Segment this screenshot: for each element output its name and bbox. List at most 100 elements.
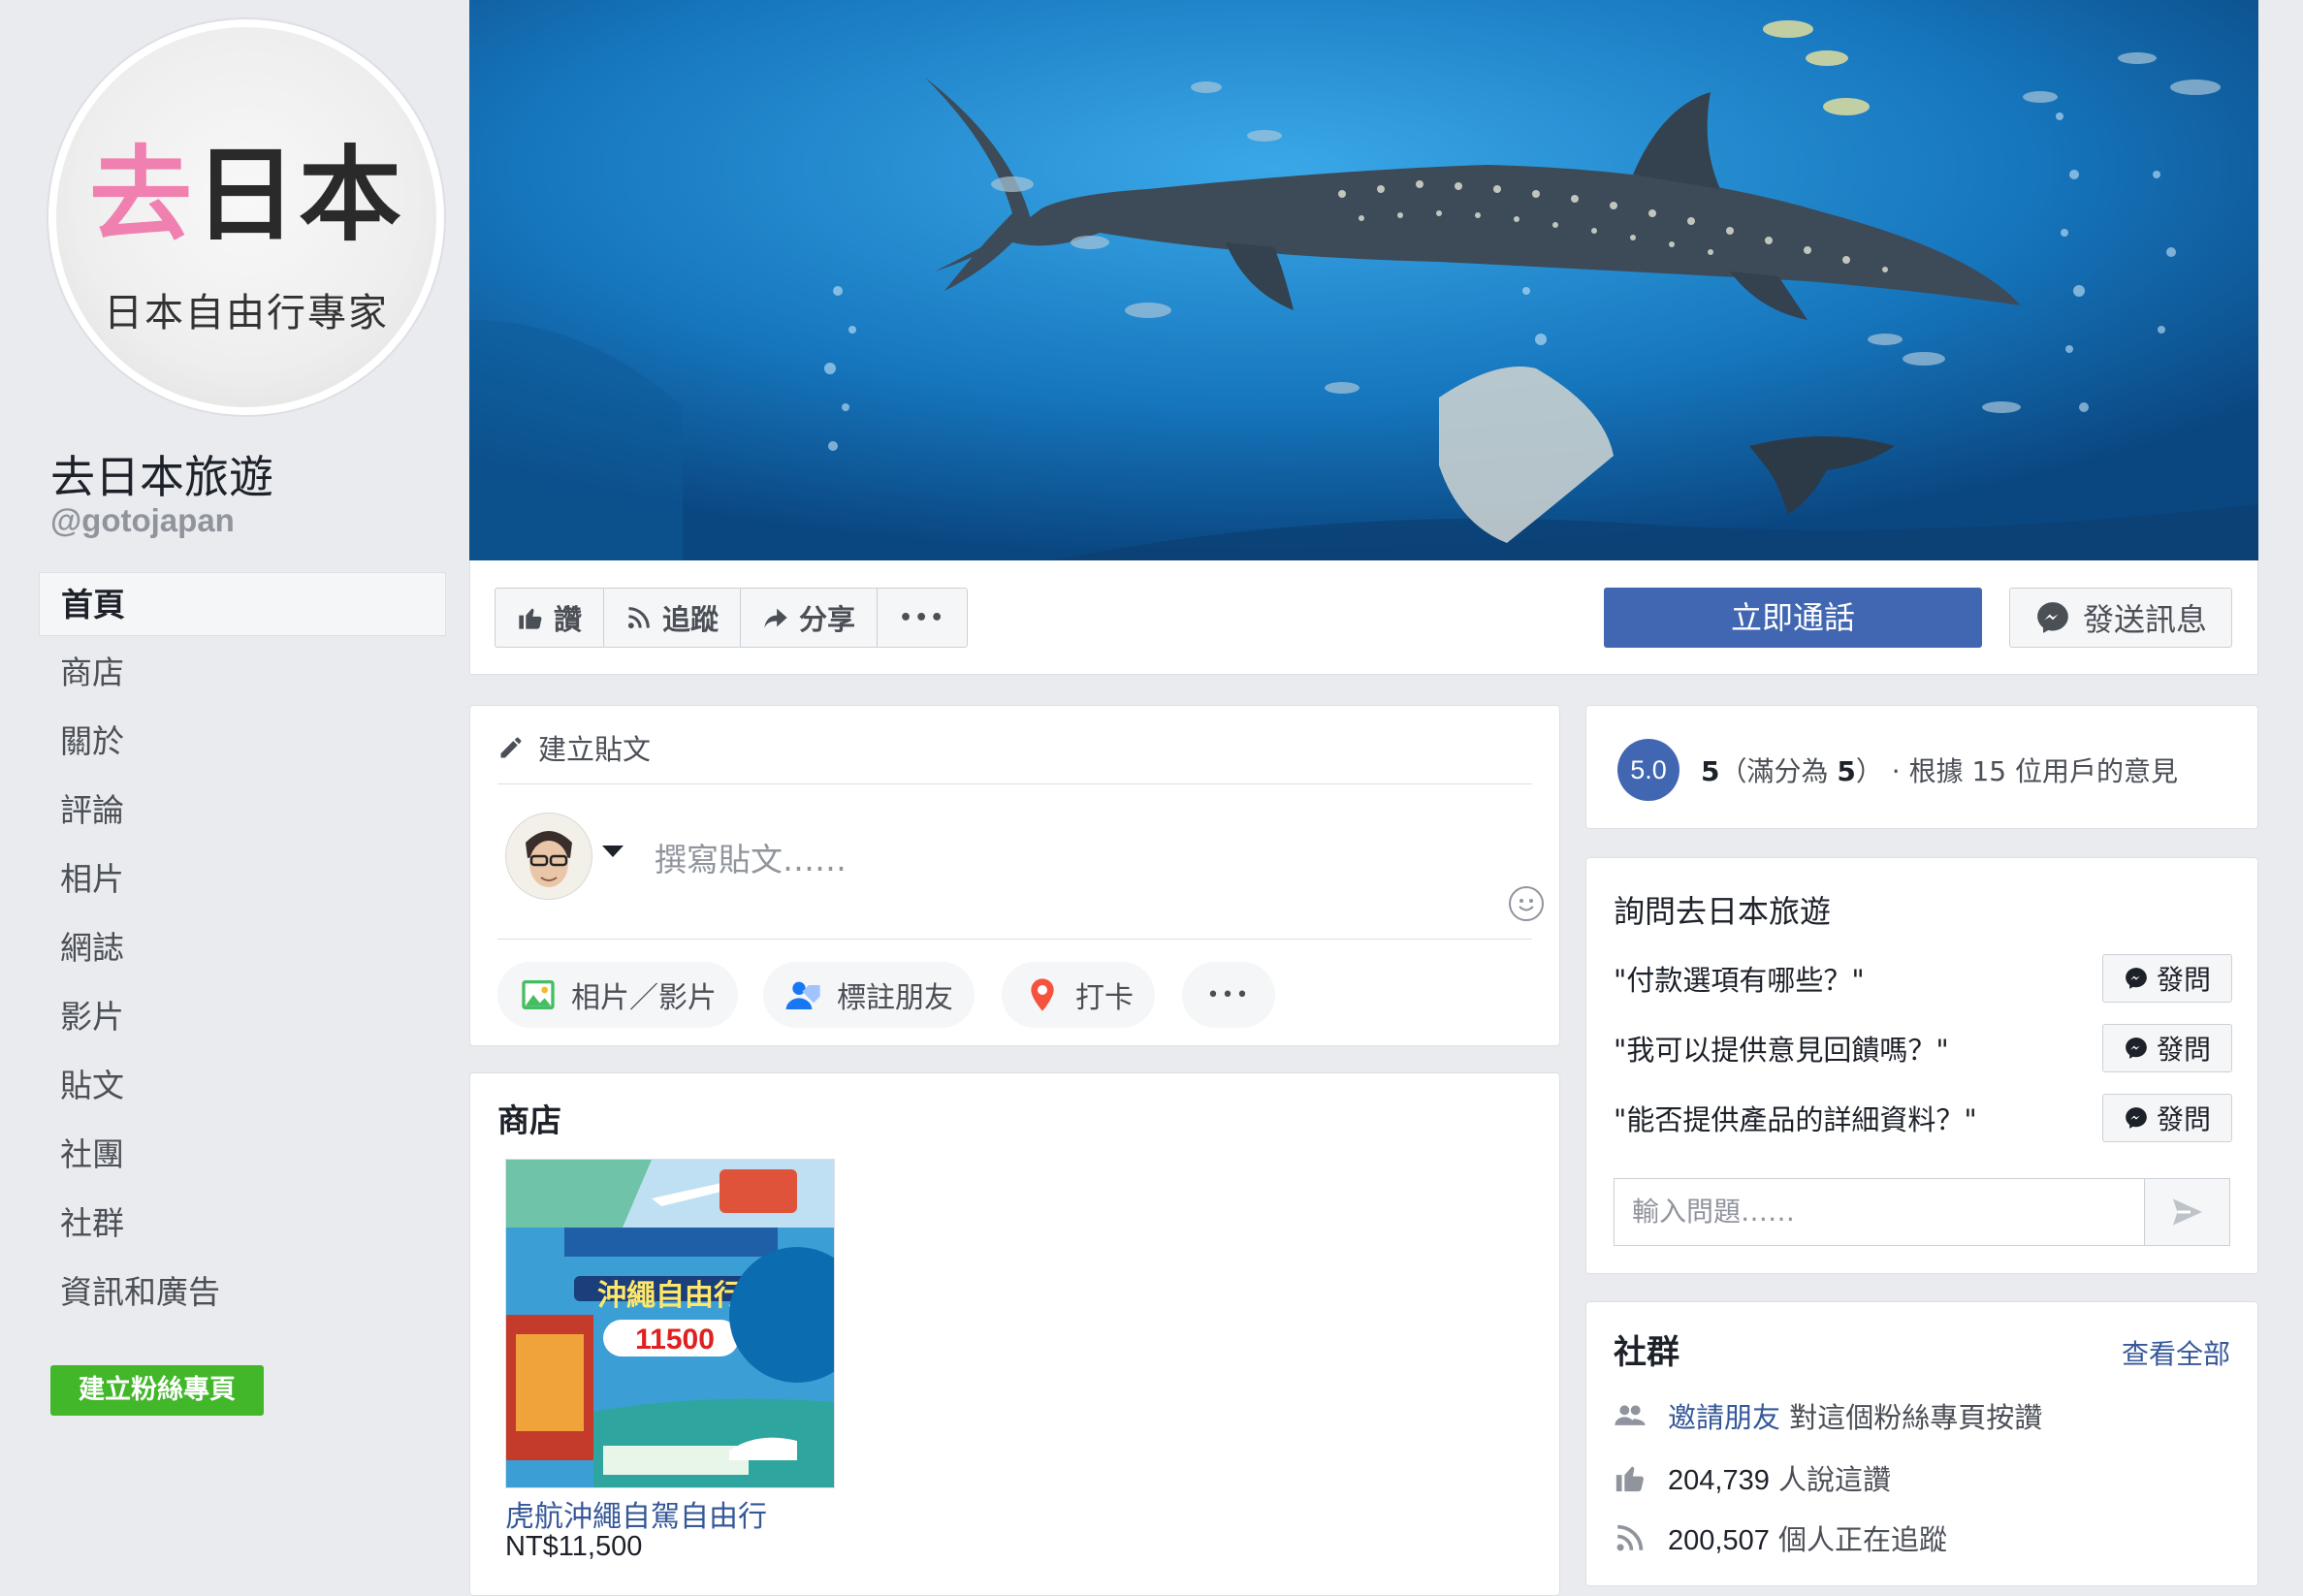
rating-badge[interactable]: 5.0 [1617, 739, 1679, 801]
audience-caret-icon[interactable] [602, 846, 624, 857]
rating-value: 5 [1701, 755, 1720, 787]
question-input[interactable]: 輸入問題…… [1614, 1178, 2145, 1246]
tag-friends-icon [785, 981, 820, 1009]
product-name-link[interactable]: 虎航沖繩自駕自由行 [505, 1492, 767, 1535]
send-question-button[interactable] [2145, 1178, 2230, 1246]
more-actions-button[interactable]: ••• [878, 589, 967, 647]
ask-button[interactable]: 發問 [2102, 1094, 2232, 1142]
messenger-icon [2126, 1107, 2147, 1129]
community-title: 社群 [1614, 1333, 1679, 1372]
sidebar-item-posts[interactable]: 貼文 [39, 1054, 446, 1118]
tag-friends-button[interactable]: 標註朋友 [763, 962, 975, 1028]
page-action-buttons: 讚 追蹤 分享 ••• [495, 588, 969, 648]
photo-icon [522, 980, 555, 1009]
divider [497, 939, 1532, 940]
ask-page-card: 詢問去日本旅遊 "付款選項有哪些？" 發問 "我可以提供意見回饋嗎？" 發問 "… [1585, 857, 2258, 1274]
invite-friends-icon [1615, 1405, 1646, 1425]
followers-count: 200,507 [1668, 1525, 1770, 1556]
location-pin-icon [1031, 978, 1054, 1011]
share-label: 分享 [799, 603, 856, 636]
check-in-button[interactable]: 打卡 [1002, 962, 1155, 1028]
smiley-face [1519, 899, 1534, 911]
product-image-price: 11500 [635, 1324, 715, 1356]
photo-video-button[interactable]: 相片／影片 [497, 962, 738, 1028]
logo-brand-dark: 日本 [194, 134, 403, 255]
ask-title: 詢問去日本旅遊 [1614, 893, 1832, 930]
sidebar-item-about[interactable]: 關於 [39, 710, 446, 774]
profile-logo: 去日本 日本自由行專家 [56, 27, 436, 407]
cover-aquarium-illustration [469, 0, 2258, 560]
composer-input[interactable]: 撰寫貼文…… [655, 834, 847, 880]
invite-friends-link[interactable]: 邀請朋友 [1668, 1401, 1780, 1434]
faq-row: "我可以提供意見回饋嗎？" 發問 [1614, 1023, 2232, 1073]
composer-more-button[interactable]: ••• [1182, 962, 1275, 1028]
create-page-button[interactable]: 建立粉絲專頁 [50, 1365, 264, 1416]
logo-brand: 去日本 [56, 144, 436, 246]
product-image[interactable]: 沖繩自由行 11500 [505, 1159, 835, 1488]
sidebar-nav: 首頁 商店 關於 評論 相片 網誌 影片 貼文 社團 社群 資訊和廣告 [39, 572, 446, 1329]
likes-count: 204,739 [1668, 1465, 1770, 1496]
ask-button-label: 發問 [2156, 964, 2211, 996]
product-image-headline: 沖繩自由行 [597, 1279, 743, 1313]
sidebar-item-shop[interactable]: 商店 [39, 641, 446, 705]
cover-photo[interactable] [469, 0, 2258, 560]
call-now-button[interactable]: 立即通話 [1604, 588, 1982, 648]
follow-button[interactable]: 追蹤 [604, 589, 742, 647]
faq-question: "我可以提供意見回饋嗎？" [1614, 1034, 1949, 1067]
profile-picture[interactable]: 去日本 日本自由行專家 [48, 19, 444, 415]
followers-row: 200,507 個人正在追蹤 [1614, 1517, 1947, 1558]
send-message-label: 發送訊息 [2082, 601, 2207, 638]
send-message-button[interactable]: 發送訊息 [2009, 588, 2232, 648]
share-arrow-icon [764, 608, 787, 628]
faq-question: "付款選項有哪些？" [1614, 964, 1865, 997]
composer-header-label: 建立貼文 [538, 733, 652, 766]
followers-text: 個人正在追蹤 [1778, 1523, 1948, 1556]
ask-button-label: 發問 [2156, 1034, 2211, 1066]
more-dots-icon: ••• [1206, 982, 1251, 1007]
sidebar-item-photos[interactable]: 相片 [39, 847, 446, 911]
faq-row: "能否提供產品的詳細資料？" 發問 [1614, 1093, 2232, 1143]
sidebar-item-reviews[interactable]: 評論 [39, 779, 446, 843]
thumbs-up-icon [1615, 1466, 1644, 1492]
sidebar-item-videos[interactable]: 影片 [39, 985, 446, 1049]
composer-header[interactable]: 建立貼文 [497, 727, 651, 768]
messenger-icon [2126, 1037, 2147, 1059]
faq-row: "付款選項有哪些？" 發問 [1614, 953, 2232, 1004]
tag-friends-label: 標註朋友 [837, 981, 953, 1015]
messenger-icon [2126, 968, 2147, 989]
share-button[interactable]: 分享 [741, 589, 879, 647]
sidebar-item-home[interactable]: 首頁 [39, 572, 446, 636]
faq-question: "能否提供產品的詳細資料？" [1614, 1103, 1977, 1136]
follow-label: 追蹤 [662, 603, 720, 636]
sidebar-item-notes[interactable]: 網誌 [39, 916, 446, 980]
send-arrow-icon [2172, 1198, 2202, 1226]
community-card: 社群 查看全部 邀請朋友 對這個粉絲專頁按讚 204,739 人說這讚 200,… [1585, 1301, 2258, 1586]
shop-section: 商店 沖繩自由行 11500 虎航沖繩自駕自由行 NT$11,500 [469, 1072, 1560, 1596]
avatar-illustration [506, 814, 592, 899]
invite-friends-row: 邀請朋友 對這個粉絲專頁按讚 [1614, 1395, 2042, 1436]
divider [497, 783, 1532, 784]
ask-button[interactable]: 發問 [2102, 1024, 2232, 1072]
ask-button[interactable]: 發問 [2102, 954, 2232, 1003]
page-handle[interactable]: @gotojapan [50, 502, 235, 539]
emoji-icon[interactable] [1509, 886, 1544, 921]
see-all-link[interactable]: 查看全部 [2122, 1333, 2230, 1372]
sidebar-item-community[interactable]: 社群 [39, 1192, 446, 1256]
sidebar-item-info-ads[interactable]: 資訊和廣告 [39, 1261, 446, 1325]
like-button[interactable]: 讚 [496, 589, 605, 647]
like-label: 讚 [554, 603, 583, 636]
ask-button-label: 發問 [2156, 1103, 2211, 1135]
post-composer: 建立貼文 撰寫貼文…… 相片／影片 標註朋友 打卡 ••• [469, 705, 1560, 1046]
user-avatar[interactable] [505, 813, 592, 900]
logo-tagline: 日本自由行專家 [104, 291, 389, 335]
sidebar-item-groups[interactable]: 社團 [39, 1123, 446, 1187]
page-name: 去日本旅遊 [50, 451, 273, 503]
rating-summary[interactable]: 5（滿分為 5） · 根據 15 位用戶的意見 [1701, 750, 2178, 789]
shop-title: 商店 [497, 1101, 561, 1139]
invite-friends-text: 對這個粉絲專頁按讚 [1789, 1401, 2043, 1434]
likes-text: 人說這讚 [1778, 1463, 1892, 1496]
likes-row: 204,739 人說這讚 [1614, 1457, 1891, 1498]
product-ad-illustration: 沖繩自由行 11500 [506, 1160, 834, 1487]
rss-icon [1616, 1524, 1644, 1551]
more-dots-icon: ••• [899, 605, 946, 630]
